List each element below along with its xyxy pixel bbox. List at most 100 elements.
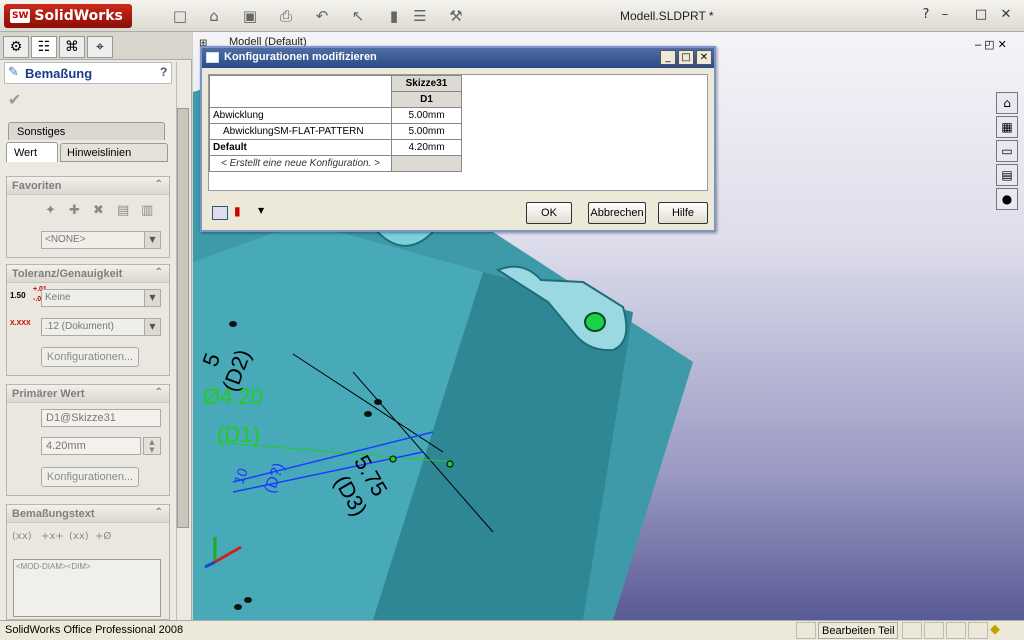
primary-value-title: Primärer Wert	[12, 388, 85, 400]
close-button[interactable]: ✕	[997, 6, 1015, 24]
apply-favorite-icon[interactable]: ✦	[45, 203, 56, 218]
precision-icon: X.XXX	[10, 320, 31, 327]
add-favorite-icon[interactable]: ✚	[69, 203, 80, 218]
table-row[interactable]: Default 4.20mm	[209, 139, 462, 156]
status-bar: SolidWorks Office Professional 2008 Bear…	[0, 620, 1024, 640]
configuration-table-area: Skizze31 D1 Abwicklung 5.00mm Abwicklung…	[208, 74, 708, 191]
restore-viewport-icon[interactable]: – ◰ ✕	[975, 38, 1007, 51]
favorites-select[interactable]: <NONE> ▼	[41, 231, 161, 249]
ok-button[interactable]: OK	[526, 202, 572, 224]
tolerance-select-value: Keine	[45, 292, 71, 303]
column-group-header: Skizze31	[391, 75, 462, 92]
dimension-value-field[interactable]: 4.20mm	[41, 437, 141, 455]
d1-value-text[interactable]: Ø4.20	[203, 384, 263, 409]
new-configuration-row[interactable]: < Erstellt eine neue Konfiguration. >	[209, 155, 392, 172]
table-row[interactable]: Abwicklung 5.00mm	[209, 107, 462, 124]
dimension-text-box[interactable]: <MOD-DIAM><DIM>	[13, 559, 161, 617]
tools-icon[interactable]: ⚒	[446, 6, 466, 26]
help-icon[interactable]: ?	[160, 65, 167, 79]
small-hole	[229, 321, 237, 327]
undo-icon[interactable]: ↶	[312, 6, 332, 26]
table-row[interactable]: < Erstellt eine neue Konfiguration. >	[209, 155, 462, 172]
config-value[interactable]: 4.20mm	[391, 139, 462, 156]
chevron-down-icon[interactable]: ▼	[258, 206, 264, 215]
tag-icon[interactable]: ◆	[990, 622, 1000, 637]
tab-leaders[interactable]: Hinweislinien	[60, 143, 168, 162]
dialog-minimize-button[interactable]: _	[660, 50, 676, 65]
status-pane	[946, 622, 966, 639]
dimension-point	[446, 460, 454, 468]
ok-check-icon[interactable]: ✔	[8, 90, 21, 109]
rebuild-icon[interactable]: ▮	[384, 6, 404, 26]
collapse-icon[interactable]: ⌃	[155, 387, 163, 398]
config-value[interactable]: 5.00mm	[391, 107, 462, 124]
value-spinner[interactable]: ▲ ▼	[143, 437, 161, 455]
collapse-icon[interactable]: ⌃	[155, 267, 163, 278]
save-favorite-icon[interactable]: ▤	[117, 203, 129, 218]
scroll-thumb[interactable]	[177, 108, 189, 528]
open-icon[interactable]: ⌂	[204, 6, 224, 26]
dimension-text-title: Bemaßungstext	[12, 508, 95, 520]
inspection-dimension-icon[interactable]: (xx)	[69, 531, 89, 542]
dimxpert-tab[interactable]: ⌖	[87, 36, 113, 58]
paren-dimension-icon[interactable]: (xx)	[12, 531, 32, 542]
file-explorer-icon[interactable]: ▭	[996, 140, 1018, 162]
help-button[interactable]: Hilfe	[658, 202, 708, 224]
configuration-table: Skizze31 D1 Abwicklung 5.00mm Abwicklung…	[209, 75, 462, 172]
dimension-text-header[interactable]: Bemaßungstext ⌃	[7, 505, 169, 523]
center-dimension-icon[interactable]: +x+	[41, 531, 64, 542]
delete-favorite-icon[interactable]: ✖	[93, 203, 104, 218]
collapse-icon[interactable]: ⌃	[155, 507, 163, 518]
property-header: ✎ Bemaßung ?	[4, 62, 172, 84]
property-manager-tab[interactable]: ☷	[31, 36, 57, 58]
small-hole	[244, 597, 252, 603]
d1-name-text[interactable]: (D1)	[217, 422, 260, 447]
favorites-header[interactable]: Favoriten ⌃	[7, 177, 169, 195]
traffic-light-icon[interactable]: ▮	[234, 204, 241, 218]
tolerance-select[interactable]: Keine ▼	[41, 289, 161, 307]
tolerance-header[interactable]: Toleranz/Genauigkeit ⌃	[7, 265, 169, 283]
dialog-maximize-button[interactable]: □	[678, 50, 694, 65]
table-corner	[209, 75, 392, 92]
status-pane	[924, 622, 944, 639]
primary-value-header[interactable]: Primärer Wert ⌃	[7, 385, 169, 403]
dialog-title-bar[interactable]: Konfigurationen modifizieren	[202, 48, 714, 68]
status-pane	[968, 622, 988, 639]
home-icon[interactable]: ⌂	[996, 92, 1018, 114]
minimize-button[interactable]: –	[936, 6, 954, 24]
print-icon[interactable]: ⎙	[276, 6, 296, 26]
options-icon[interactable]: ☰	[410, 6, 430, 26]
status-pane	[796, 622, 816, 639]
solidworks-logo[interactable]: SW SolidWorks	[4, 4, 132, 28]
cancel-button[interactable]: Abbrechen	[588, 202, 646, 224]
new-icon[interactable]: □	[170, 6, 190, 26]
tolerance-configurations-button[interactable]: Konfigurationen...	[41, 347, 139, 367]
design-library-icon[interactable]: ▦	[996, 116, 1018, 138]
settings-icon[interactable]	[212, 206, 228, 220]
help-icon[interactable]: ?	[917, 6, 935, 24]
view-palette-icon[interactable]: ▤	[996, 164, 1018, 186]
mounting-hole	[584, 312, 606, 332]
feature-manager-tab[interactable]: ⚙	[3, 36, 29, 58]
configuration-manager-tab[interactable]: ⌘	[59, 36, 85, 58]
diameter-dimension-icon[interactable]: +Ø	[95, 531, 111, 542]
value-configurations-button[interactable]: Konfigurationen...	[41, 467, 139, 487]
maximize-button[interactable]: □	[972, 6, 990, 24]
status-text: SolidWorks Office Professional 2008	[5, 624, 184, 636]
favorites-title: Favoriten	[12, 180, 62, 192]
precision-select[interactable]: .12 (Dokument) ▼	[41, 318, 161, 336]
tolerance-type-icon: 1.50 +.01 -.01	[10, 286, 47, 303]
appearance-icon[interactable]: ●	[996, 188, 1018, 210]
config-value[interactable]: 5.00mm	[391, 123, 462, 140]
collapse-icon[interactable]: ⌃	[155, 179, 163, 190]
tab-other[interactable]: Sonstiges	[8, 122, 165, 140]
table-row[interactable]: AbwicklungSM-FLAT-PATTERN 5.00mm	[209, 123, 462, 140]
load-favorite-icon[interactable]: ▥	[141, 203, 153, 218]
dialog-close-button[interactable]: ✕	[696, 50, 712, 65]
save-icon[interactable]: ▣	[240, 6, 260, 26]
dimension-name-field[interactable]: D1@Skizze31	[41, 409, 161, 427]
tab-value[interactable]: Wert	[6, 142, 58, 162]
select-icon[interactable]: ↖	[348, 6, 368, 26]
table-corner	[209, 91, 392, 108]
config-name: AbwicklungSM-FLAT-PATTERN	[209, 123, 392, 140]
